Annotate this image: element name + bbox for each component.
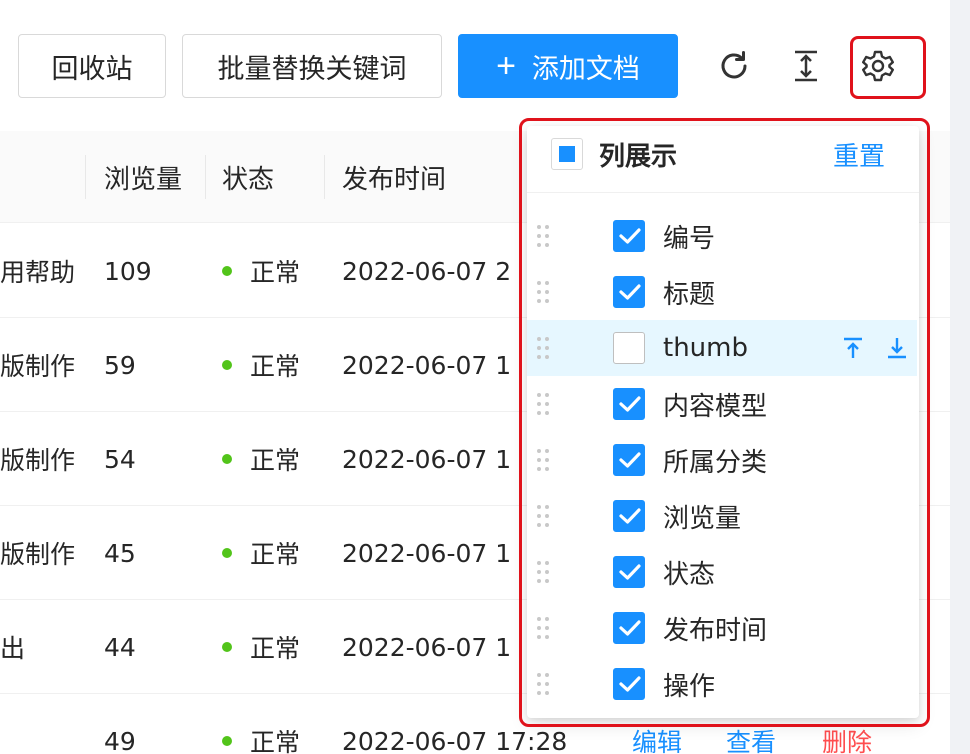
publish-time-cell: 2022-06-07 2 [342,256,512,286]
column-checkbox[interactable] [613,332,645,364]
column-setting-label: 浏览量 [663,503,742,534]
title-cell: 版制作 [0,352,76,381]
publish-time-cell: 2022-06-07 1 [342,350,512,380]
column-checkbox[interactable] [613,612,645,644]
column-separator [205,155,206,199]
column-settings-title: 列展示 [599,141,678,172]
drag-handle-icon[interactable] [535,503,551,529]
status-cell: 正常 [222,694,300,754]
plus-icon: + [496,47,516,85]
add-document-button[interactable]: + 添加文档 [458,34,678,98]
column-setting-item[interactable]: 编号 [527,208,917,264]
column-settings-header: 列展示 重置 [527,126,919,193]
column-setting-item[interactable]: 浏览量 [527,488,917,544]
status-text: 正常 [250,540,301,569]
publish-time-cell: 2022-06-07 1 [342,444,512,474]
views-cell: 44 [104,632,136,662]
status-dot [222,642,232,652]
column-checkbox[interactable] [613,276,645,308]
status-cell: 正常 [222,224,300,318]
views-cell: 54 [104,444,136,474]
title-cell: 用帮助 [0,258,76,287]
status-text: 正常 [250,352,301,381]
drag-handle-icon[interactable] [535,559,551,585]
column-header-status[interactable]: 状态 [222,131,274,223]
title-cell: 版制作 [0,446,76,475]
drag-handle-icon[interactable] [535,447,551,473]
views-cell: 59 [104,350,136,380]
column-checkbox[interactable] [613,556,645,588]
drag-handle-icon[interactable] [535,671,551,697]
status-cell: 正常 [222,412,300,506]
publish-time-cell: 2022-06-07 1 [342,538,512,568]
column-header-publish-time[interactable]: 发布时间 [342,131,446,223]
drag-handle-icon[interactable] [535,279,551,305]
views-cell: 109 [104,256,152,286]
column-settings-popover: 列展示 重置 编号标题 thumb 内容模型所属分类浏览量状态发布时间操作 [527,126,919,718]
column-setting-label: 内容模型 [663,391,768,422]
status-text: 正常 [250,446,301,475]
select-all-checkbox[interactable] [551,138,583,170]
recycle-bin-button[interactable]: 回收站 [18,34,166,98]
column-height-icon[interactable] [784,44,828,88]
column-checkbox[interactable] [613,220,645,252]
status-dot [222,736,232,746]
batch-replace-keywords-button[interactable]: 批量替换关键词 [182,34,442,98]
status-cell: 正常 [222,600,300,694]
column-checkbox[interactable] [613,444,645,476]
column-setting-label: thumb [663,333,748,363]
status-cell: 正常 [222,506,300,600]
column-setting-item[interactable]: 操作 [527,656,917,712]
status-cell: 正常 [222,318,300,412]
column-checkbox[interactable] [613,668,645,700]
column-setting-label: 编号 [663,223,716,254]
views-cell: 45 [104,538,136,568]
status-dot [222,548,232,558]
column-setting-label: 所属分类 [663,447,768,478]
column-setting-item[interactable]: 内容模型 [527,376,917,432]
column-separator [85,155,86,199]
pin-to-bottom-icon[interactable] [883,333,911,363]
status-text: 正常 [250,728,301,754]
column-separator [324,155,325,199]
status-dot [222,266,232,276]
publish-time-cell: 2022-06-07 1 [342,632,512,662]
title-cell: 版制作 [0,540,76,569]
status-dot [222,454,232,464]
drag-handle-icon[interactable] [535,615,551,641]
column-setting-item[interactable]: 标题 [527,264,917,320]
column-setting-item[interactable]: 所属分类 [527,432,917,488]
column-checkbox[interactable] [613,388,645,420]
setting-highlight-box [850,36,926,99]
column-header-views[interactable]: 浏览量 [104,131,182,223]
column-setting-item[interactable]: 发布时间 [527,600,917,656]
drag-handle-icon[interactable] [535,391,551,417]
drag-handle-icon[interactable] [535,335,551,361]
column-setting-label: 操作 [663,671,716,702]
pin-to-top-icon[interactable] [839,333,867,363]
status-text: 正常 [250,634,301,663]
status-text: 正常 [250,258,301,287]
column-setting-label: 状态 [663,559,716,590]
column-setting-label: 发布时间 [663,615,768,646]
reload-icon[interactable] [712,44,756,88]
views-cell: 49 [104,726,136,754]
column-setting-label: 标题 [663,279,716,310]
drag-handle-icon[interactable] [535,223,551,249]
column-checkbox[interactable] [613,500,645,532]
status-dot [222,360,232,370]
title-cell: 出 [0,634,26,663]
column-setting-item[interactable]: 状态 [527,544,917,600]
add-document-label: 添加文档 [531,53,640,84]
column-setting-item[interactable]: thumb [527,320,917,376]
reset-link[interactable]: 重置 [833,126,885,182]
